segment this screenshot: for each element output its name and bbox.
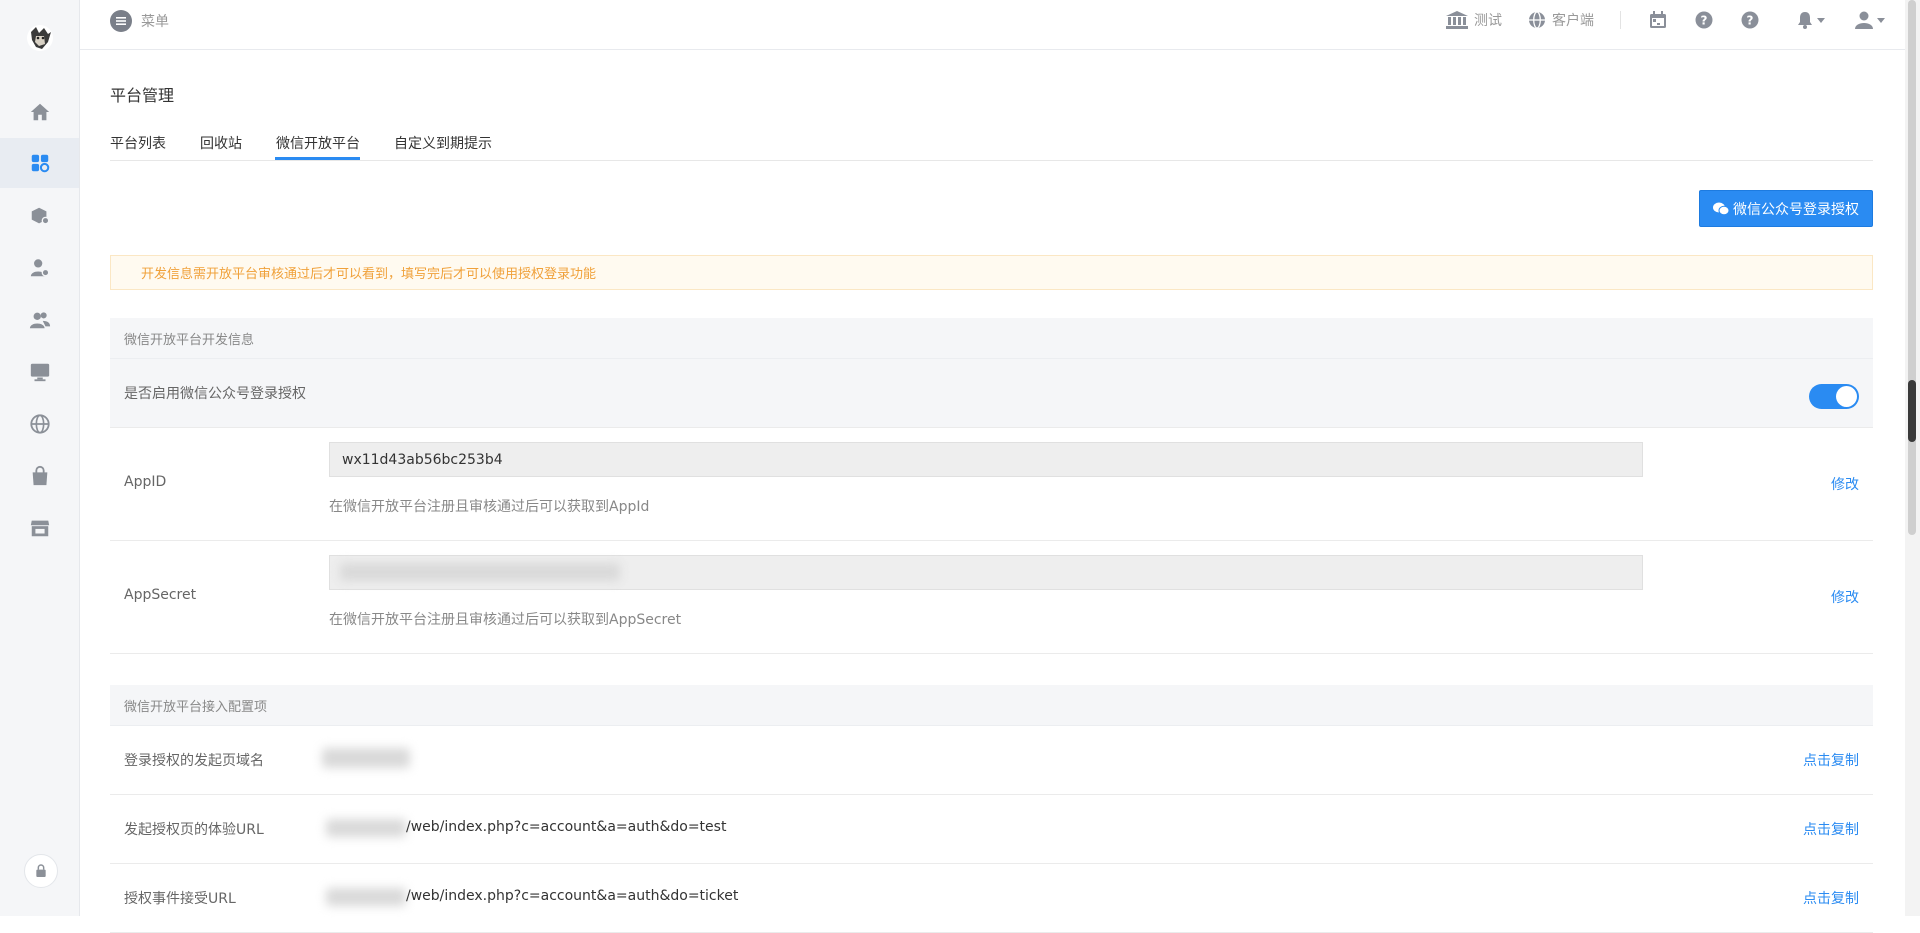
sidebar-item-home[interactable] [0, 87, 79, 137]
menu-icon [110, 10, 132, 32]
wechat-icon [1713, 202, 1729, 215]
chevron-down-icon [1817, 17, 1825, 23]
config-header-text: 微信开放平台接入配置项 [124, 699, 268, 715]
config-row-test-url: 发起授权页的体验URL /web/index.php?c=account&a=a… [110, 795, 1873, 864]
globe-icon [29, 414, 50, 434]
active-tab-indicator [275, 157, 360, 160]
page-scrollbar[interactable] [1905, 0, 1920, 916]
calendar-icon [1650, 11, 1666, 28]
wechat-auth-button[interactable]: 微信公众号登录授权 [1699, 190, 1873, 227]
appid-edit-link[interactable]: 修改 [1831, 474, 1859, 494]
topbar-link-label: 客户端 [1552, 13, 1594, 29]
users-icon [29, 312, 50, 329]
sidebar-item-apps[interactable] [0, 138, 79, 188]
globe-icon [1529, 11, 1545, 29]
sidebar-item-box[interactable] [0, 191, 79, 241]
dev-info-header-text: 微信开放平台开发信息 [124, 332, 255, 348]
appsecret-label: AppSecret [124, 587, 197, 603]
copy-link[interactable]: 点击复制 [1803, 819, 1859, 839]
bell-icon [1798, 12, 1812, 29]
info-alert: 开发信息需开放平台审核通过后才可以看到，填写完后才可以使用授权登录功能 [110, 255, 1873, 290]
scrollbar-track [1908, 0, 1916, 535]
config-label: 授权事件接受URL [124, 891, 236, 907]
appsecret-field[interactable] [329, 555, 1643, 590]
box-icon [31, 207, 49, 225]
sidebar-item-globe[interactable] [0, 399, 79, 449]
appid-help: 在微信开放平台注册且审核通过后可以获取到AppId [329, 499, 650, 515]
tab-platform-list[interactable]: 平台列表 [110, 133, 166, 153]
menu-toggle[interactable]: 菜单 [110, 10, 169, 32]
appid-value: wx11d43ab56bc253b4 [342, 451, 503, 468]
topbar: 菜单 测试 客户端 ? ? [80, 0, 1905, 50]
config-row-domain: 登录授权的发起页域名 点击复制 [110, 726, 1873, 795]
redacted-domain [322, 748, 410, 768]
notifications-dropdown[interactable] [1797, 11, 1825, 29]
sidebar-item-bag[interactable] [0, 451, 79, 501]
sidebar-item-monitor[interactable] [0, 347, 79, 397]
appid-field[interactable]: wx11d43ab56bc253b4 [329, 442, 1643, 477]
svg-text:?: ? [1701, 14, 1708, 28]
sidebar-item-store[interactable] [0, 503, 79, 553]
chevron-down-icon [1877, 17, 1885, 23]
calendar-button[interactable] [1649, 11, 1667, 29]
lock-icon [36, 864, 46, 877]
page-title: 平台管理 [110, 86, 175, 105]
help-icon: ? [1741, 11, 1759, 29]
enable-auth-label: 是否启用微信公众号登录授权 [124, 386, 306, 402]
alert-text: 开发信息需开放平台审核通过后才可以看到，填写完后才可以使用授权登录功能 [141, 267, 597, 282]
user-icon [1855, 11, 1873, 29]
topbar-link-client[interactable]: 客户端 [1528, 10, 1594, 30]
config-url-value: /web/index.php?c=account&a=auth&do=test [406, 819, 727, 835]
enable-auth-toggle[interactable] [1809, 384, 1859, 409]
appid-row: AppID wx11d43ab56bc253b4 在微信开放平台注册且审核通过后… [110, 428, 1873, 541]
config-label: 登录授权的发起页域名 [124, 753, 264, 769]
svg-text:?: ? [1747, 14, 1754, 28]
enable-auth-row: 是否启用微信公众号登录授权 [110, 359, 1873, 428]
user-dropdown[interactable] [1855, 11, 1885, 29]
appsecret-edit-link[interactable]: 修改 [1831, 587, 1859, 607]
tab-wechat-open-platform[interactable]: 微信开放平台 [276, 133, 360, 153]
topbar-right: 测试 客户端 ? ? [1420, 0, 1885, 40]
apps-icon [31, 154, 49, 173]
dev-info-header: 微信开放平台开发信息 [110, 318, 1873, 359]
sidebar-item-users[interactable] [0, 295, 79, 345]
copy-link[interactable]: 点击复制 [1803, 750, 1859, 770]
scrollbar-thumb[interactable] [1908, 380, 1916, 442]
help-icon: ? [1695, 11, 1713, 29]
redacted-host [326, 888, 406, 906]
tab-bar: 平台列表 回收站 微信开放平台 自定义到期提示 [110, 127, 1873, 161]
config-label: 发起授权页的体验URL [124, 822, 264, 838]
bank-icon [1446, 11, 1468, 29]
topbar-link-label: 测试 [1474, 13, 1502, 29]
bag-icon [32, 465, 47, 486]
config-header: 微信开放平台接入配置项 [110, 685, 1873, 726]
copy-link[interactable]: 点击复制 [1803, 888, 1859, 908]
wechat-auth-button-label: 微信公众号登录授权 [1733, 201, 1859, 218]
appsecret-help: 在微信开放平台注册且审核通过后可以获取到AppSecret [329, 612, 682, 628]
user-settings-icon [30, 259, 49, 277]
lock-button[interactable] [24, 854, 58, 888]
topbar-divider [1620, 11, 1621, 29]
store-icon [30, 520, 49, 537]
menu-label: 菜单 [141, 14, 169, 30]
home-icon [30, 103, 49, 121]
logo[interactable] [24, 22, 56, 54]
help-button[interactable]: ? [1695, 11, 1713, 29]
redacted-host [326, 819, 406, 837]
appid-label: AppID [124, 474, 167, 490]
sidebar-item-user-settings[interactable] [0, 243, 79, 293]
monitor-icon [30, 363, 49, 382]
config-url-value: /web/index.php?c=account&a=auth&do=ticke… [406, 888, 739, 904]
sidebar [0, 0, 80, 916]
tab-recycle-bin[interactable]: 回收站 [200, 133, 242, 153]
tab-custom-expiry[interactable]: 自定义到期提示 [394, 133, 492, 153]
help-button[interactable]: ? [1741, 11, 1759, 29]
appsecret-row: AppSecret 在微信开放平台注册且审核通过后可以获取到AppSecret … [110, 541, 1873, 654]
config-row-ticket-url: 授权事件接受URL /web/index.php?c=account&a=aut… [110, 864, 1873, 933]
topbar-link-test[interactable]: 测试 [1446, 10, 1502, 30]
redacted-secret [340, 563, 620, 581]
